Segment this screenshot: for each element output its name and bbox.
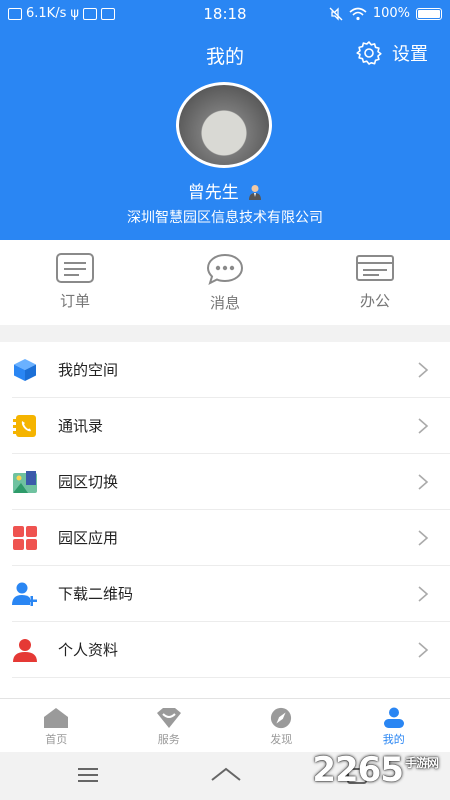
tab-label: 服务: [157, 733, 180, 746]
company-name: 深圳智慧园区信息技术有限公司: [127, 210, 323, 226]
wifi-icon: [349, 7, 367, 20]
tab-home[interactable]: 首页: [0, 699, 113, 752]
profile-header: 我的 设置 曾先生 深圳智慧园区信息技术有限公司: [0, 28, 450, 240]
tab-label: 发现: [270, 733, 293, 746]
menu-item-profile[interactable]: 个人资料: [12, 622, 450, 678]
mute-icon: [329, 6, 343, 21]
menu-item-park-apps[interactable]: 园区应用: [12, 510, 450, 566]
chevron-right-icon: [418, 473, 429, 490]
menu-item-contacts[interactable]: 通讯录: [12, 398, 450, 454]
chevron-right-icon: [418, 641, 429, 658]
compass-icon: [271, 707, 292, 729]
quick-actions: 订单 消息 办公: [0, 240, 450, 325]
message-button[interactable]: 消息: [150, 240, 300, 325]
menu-item-download-qr[interactable]: 下载二维码: [12, 566, 450, 622]
menu-icon[interactable]: [76, 766, 100, 784]
home-icon: [44, 708, 69, 728]
verified-person-icon: [249, 185, 262, 200]
park-switch-icon: [12, 469, 38, 495]
service-icon: [156, 708, 181, 728]
office-button[interactable]: 办公: [300, 240, 450, 325]
battery-percent: 100%: [372, 6, 410, 21]
message-label: 消息: [209, 294, 240, 312]
tab-service[interactable]: 服务: [113, 699, 226, 752]
tab-label: 首页: [45, 733, 68, 746]
watermark-logo: 2265 手游网: [312, 750, 439, 790]
status-bar: 6.1K/s ψ 18:18 100%: [0, 0, 450, 28]
user-name: 曾先生: [187, 183, 239, 203]
menu-label: 下载二维码: [58, 585, 134, 603]
person-icon: [12, 637, 38, 663]
chevron-right-icon: [418, 361, 429, 378]
order-button[interactable]: 订单: [0, 240, 150, 325]
user-name-row: 曾先生: [0, 178, 450, 203]
contacts-icon: [12, 413, 38, 439]
chevron-right-icon: [418, 529, 429, 546]
menu-item-park-switch[interactable]: 园区切换: [12, 454, 450, 510]
watermark-sub: 手游网: [404, 756, 439, 770]
message-icon: [206, 253, 244, 285]
order-label: 订单: [59, 292, 90, 310]
menu-label: 个人资料: [58, 641, 119, 659]
menu-label: 我的空间: [58, 361, 119, 379]
settings-label: 设置: [392, 44, 428, 65]
menu-label: 园区切换: [58, 473, 119, 491]
home-nav-icon[interactable]: [210, 766, 242, 784]
avatar[interactable]: [176, 82, 272, 168]
bottom-tab-bar: 首页 服务 发现 我的: [0, 698, 450, 752]
gear-icon: [356, 41, 382, 65]
menu-label: 通讯录: [58, 417, 104, 435]
status-right: 100%: [329, 6, 442, 21]
tab-discover[interactable]: 发现: [225, 699, 338, 752]
menu-item-my-space[interactable]: 我的空间: [12, 342, 450, 398]
tab-mine[interactable]: 我的: [338, 699, 450, 752]
tab-label: 我的: [382, 733, 405, 746]
settings-button[interactable]: 设置: [356, 40, 428, 66]
watermark-main: 2265: [312, 750, 404, 790]
order-icon: [56, 253, 94, 283]
office-label: 办公: [359, 292, 390, 310]
menu-list: 我的空间 通讯录 园区切换 园区应用 下载二维码 个人资料: [0, 342, 450, 698]
menu-label: 园区应用: [58, 529, 119, 547]
office-icon: [356, 255, 394, 281]
chevron-right-icon: [418, 417, 429, 434]
chevron-right-icon: [418, 585, 429, 602]
profile-icon: [383, 707, 404, 728]
battery-icon: [416, 7, 442, 20]
apps-grid-icon: [12, 525, 38, 551]
cube-icon: [12, 357, 38, 383]
add-user-icon: [12, 581, 38, 607]
